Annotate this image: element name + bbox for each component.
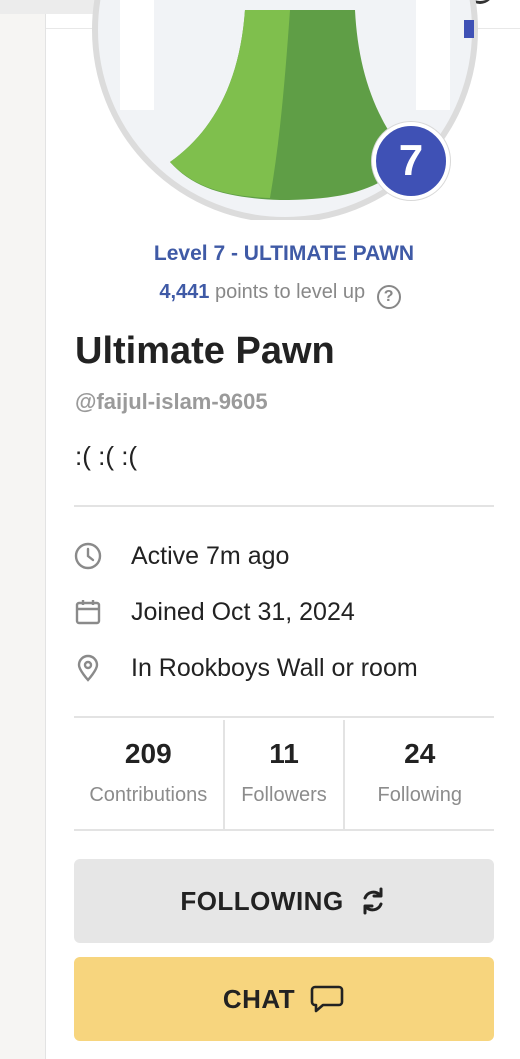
profile-stats: 209 Contributions 11 Followers 24 Follow…	[74, 720, 494, 830]
profile-handle: @faijul-islam-9605	[75, 389, 268, 414]
info-location: In Rookboys Wall or room	[74, 648, 494, 688]
profile-bio: :( :( :(	[75, 441, 138, 471]
stat-label: Contributions	[89, 784, 208, 806]
stat-value: 24	[404, 738, 436, 769]
divider	[74, 829, 494, 831]
level-title[interactable]: Level 7 - ULTIMATE PAWN	[0, 242, 520, 266]
chat-label: CHAT	[222, 983, 296, 1014]
location-text[interactable]: In Rookboys Wall or room	[131, 654, 418, 683]
calendar-icon	[74, 598, 102, 626]
active-text: Active 7m ago	[131, 541, 290, 570]
help-icon[interactable]: ?	[376, 285, 401, 309]
following-button[interactable]: FOLLOWING	[74, 859, 494, 943]
refresh-icon	[358, 886, 388, 916]
info-active: Active 7m ago	[74, 536, 494, 576]
stat-label: Followers	[241, 784, 327, 806]
divider	[74, 505, 494, 507]
stat-value: 11	[269, 738, 299, 769]
points-label: points to level up	[214, 281, 366, 303]
stat-contributions[interactable]: 209 Contributions	[74, 720, 223, 830]
map-pin-icon	[74, 654, 102, 682]
chat-bubble-icon	[309, 984, 345, 1014]
following-label: FOLLOWING	[180, 885, 344, 916]
points-value: 4,441	[159, 281, 210, 303]
divider	[74, 716, 494, 718]
joined-text: Joined Oct 31, 2024	[131, 597, 355, 626]
stat-following[interactable]: 24 Following	[345, 720, 494, 830]
chat-button[interactable]: CHAT	[74, 957, 494, 1041]
stat-followers[interactable]: 11 Followers	[222, 720, 346, 830]
stat-value: 209	[124, 738, 172, 769]
stat-label: Following	[377, 784, 462, 806]
points-to-level-up: 4,441 points to level up ?	[0, 281, 520, 309]
info-joined: Joined Oct 31, 2024	[74, 592, 494, 632]
left-gutter	[0, 0, 46, 1059]
profile-name: Ultimate Pawn	[75, 330, 335, 372]
clock-icon	[74, 542, 102, 570]
level-badge: 7	[372, 122, 450, 200]
